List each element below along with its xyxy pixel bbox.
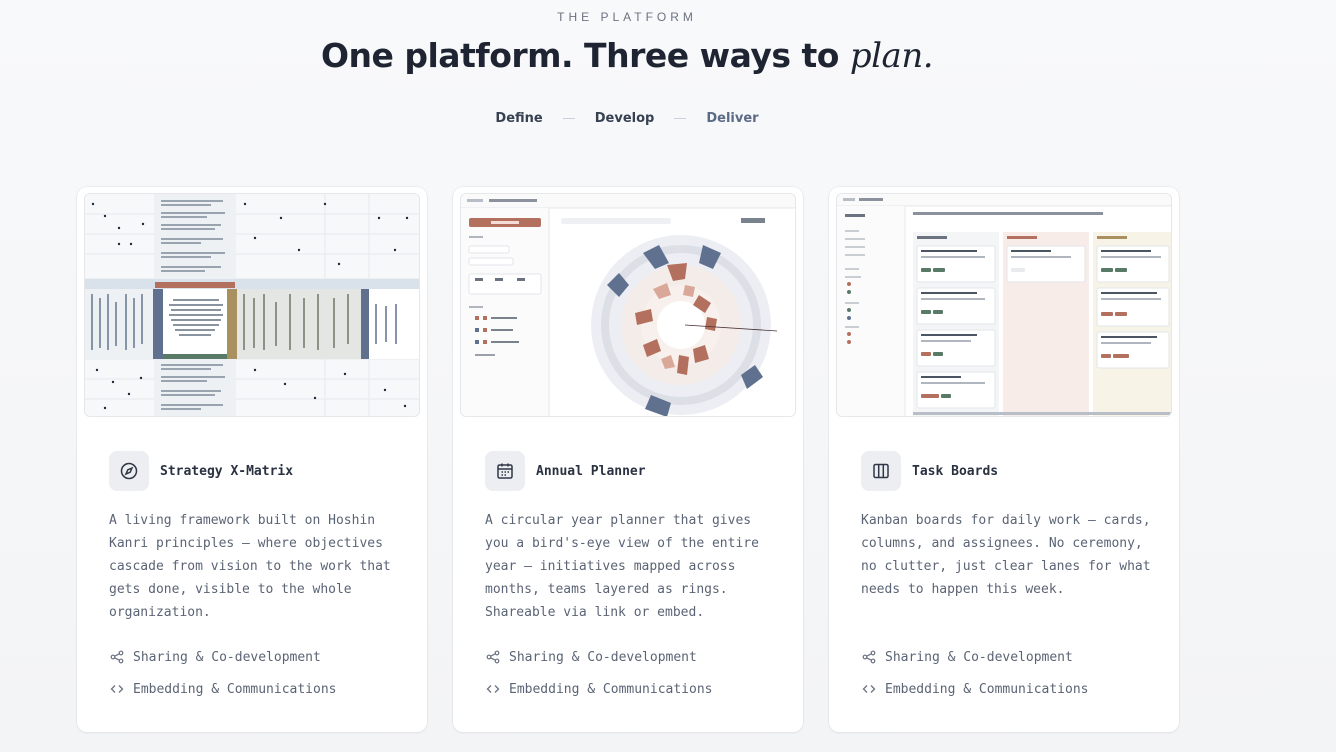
- feature-sharing: Sharing & Co-development: [861, 649, 1073, 665]
- step-define[interactable]: Define: [495, 111, 542, 126]
- card-description: A living framework built on Hoshin Kanri…: [109, 513, 391, 620]
- feature-sharing: Sharing & Co-development: [109, 649, 321, 665]
- card-title: Task Boards: [912, 463, 999, 479]
- share-icon: [861, 649, 877, 665]
- feature-label: Embedding & Communications: [509, 681, 713, 697]
- feature-label: Sharing & Co-development: [509, 649, 697, 665]
- headline-main: One platform. Three ways to: [320, 36, 839, 75]
- x-matrix-preview: [84, 193, 420, 417]
- feature-label: Sharing & Co-development: [133, 649, 321, 665]
- code-icon: [861, 681, 877, 697]
- step-divider: [562, 118, 575, 119]
- feature-label: Embedding & Communications: [133, 681, 337, 697]
- headline-italic: plan.: [849, 36, 934, 76]
- task-boards-preview: [836, 193, 1172, 417]
- card-title-row: Annual Planner: [485, 451, 646, 491]
- columns-icon: [861, 451, 901, 491]
- calendar-icon: [485, 451, 525, 491]
- card-task-boards[interactable]: Task Boards Kanban boards for daily work…: [829, 187, 1179, 732]
- annual-planner-preview: [460, 193, 796, 417]
- card-description: Kanban boards for daily work — cards, co…: [861, 513, 1151, 597]
- feature-sharing: Sharing & Co-development: [485, 649, 697, 665]
- share-icon: [109, 649, 125, 665]
- compass-icon: [109, 451, 149, 491]
- code-icon: [109, 681, 125, 697]
- feature-label: Embedding & Communications: [885, 681, 1089, 697]
- step-develop[interactable]: Develop: [595, 111, 655, 126]
- share-icon: [485, 649, 501, 665]
- card-title: Strategy X-Matrix: [160, 463, 294, 479]
- card-description: A circular year planner that gives you a…: [485, 513, 759, 620]
- step-deliver[interactable]: Deliver: [706, 111, 758, 126]
- section-eyebrow: THE PLATFORM: [557, 10, 697, 24]
- feature-label: Sharing & Co-development: [885, 649, 1073, 665]
- feature-embedding: Embedding & Communications: [485, 681, 713, 697]
- feature-embedding: Embedding & Communications: [861, 681, 1089, 697]
- card-title-row: Strategy X-Matrix: [109, 451, 293, 491]
- step-divider: [674, 118, 687, 119]
- card-title: Annual Planner: [536, 463, 646, 479]
- card-strategy-x-matrix[interactable]: Strategy X-Matrix A living framework bui…: [77, 187, 427, 732]
- section-headline: One platform. Three ways to plan.: [0, 36, 1254, 76]
- card-title-row: Task Boards: [861, 451, 998, 491]
- code-icon: [485, 681, 501, 697]
- steps-nav: Define Develop Deliver: [0, 111, 1254, 126]
- card-annual-planner[interactable]: Annual Planner A circular year planner t…: [453, 187, 803, 732]
- feature-embedding: Embedding & Communications: [109, 681, 337, 697]
